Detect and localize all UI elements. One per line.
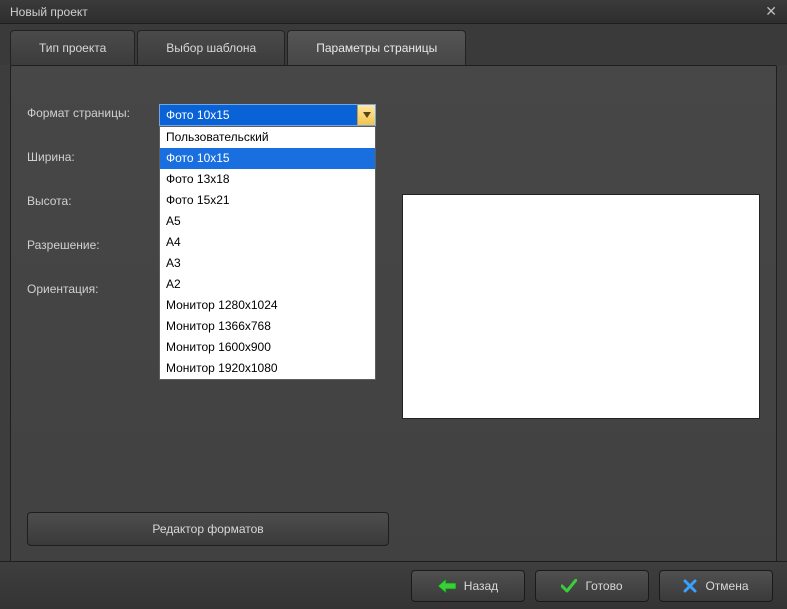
cross-icon	[683, 579, 697, 593]
tab-template[interactable]: Выбор шаблона	[137, 30, 285, 65]
label-width: Ширина:	[27, 150, 130, 164]
done-button[interactable]: Готово	[535, 570, 649, 602]
label-height: Высота:	[27, 194, 130, 208]
window-title: Новый проект	[10, 5, 88, 19]
page-params-panel: Формат страницы: Ширина: Высота: Разреше…	[10, 65, 777, 563]
label-format: Формат страницы:	[27, 106, 130, 120]
format-option[interactable]: A3	[160, 253, 375, 274]
format-option[interactable]: A5	[160, 211, 375, 232]
tab-bar: Тип проекта Выбор шаблона Параметры стра…	[0, 24, 787, 65]
format-option[interactable]: A2	[160, 274, 375, 295]
format-combo-text: Фото 10x15	[160, 105, 357, 125]
format-combo[interactable]: Фото 10x15	[159, 104, 376, 126]
bottom-bar: Назад Готово Отмена	[0, 561, 787, 609]
format-editor-button[interactable]: Редактор форматов	[27, 512, 389, 546]
format-option[interactable]: Фото 13x18	[160, 169, 375, 190]
label-orientation: Ориентация:	[27, 282, 130, 296]
close-icon[interactable]: ✕	[761, 3, 781, 20]
arrow-left-icon	[438, 579, 456, 593]
format-option[interactable]: Монитор 1600x900	[160, 337, 375, 358]
format-option[interactable]: Монитор 1366x768	[160, 316, 375, 337]
label-resolution: Разрешение:	[27, 238, 130, 252]
page-preview	[402, 194, 760, 419]
tab-page-params[interactable]: Параметры страницы	[287, 30, 466, 65]
format-option[interactable]: Монитор 1920x1080	[160, 358, 375, 379]
labels-column: Формат страницы: Ширина: Высота: Разреше…	[27, 106, 130, 296]
format-option[interactable]: A4	[160, 232, 375, 253]
format-dropdown[interactable]: ПользовательскийФото 10x15Фото 13x18Фото…	[159, 126, 376, 380]
tab-project-type[interactable]: Тип проекта	[10, 30, 135, 65]
format-option[interactable]: Фото 15x21	[160, 190, 375, 211]
format-option[interactable]: Фото 10x15	[160, 148, 375, 169]
cancel-button[interactable]: Отмена	[659, 570, 773, 602]
dropdown-button-icon[interactable]	[357, 105, 375, 125]
format-option[interactable]: Пользовательский	[160, 127, 375, 148]
title-bar: Новый проект ✕	[0, 0, 787, 24]
format-option[interactable]: Монитор 1280x1024	[160, 295, 375, 316]
back-button[interactable]: Назад	[411, 570, 525, 602]
check-icon	[561, 579, 577, 593]
